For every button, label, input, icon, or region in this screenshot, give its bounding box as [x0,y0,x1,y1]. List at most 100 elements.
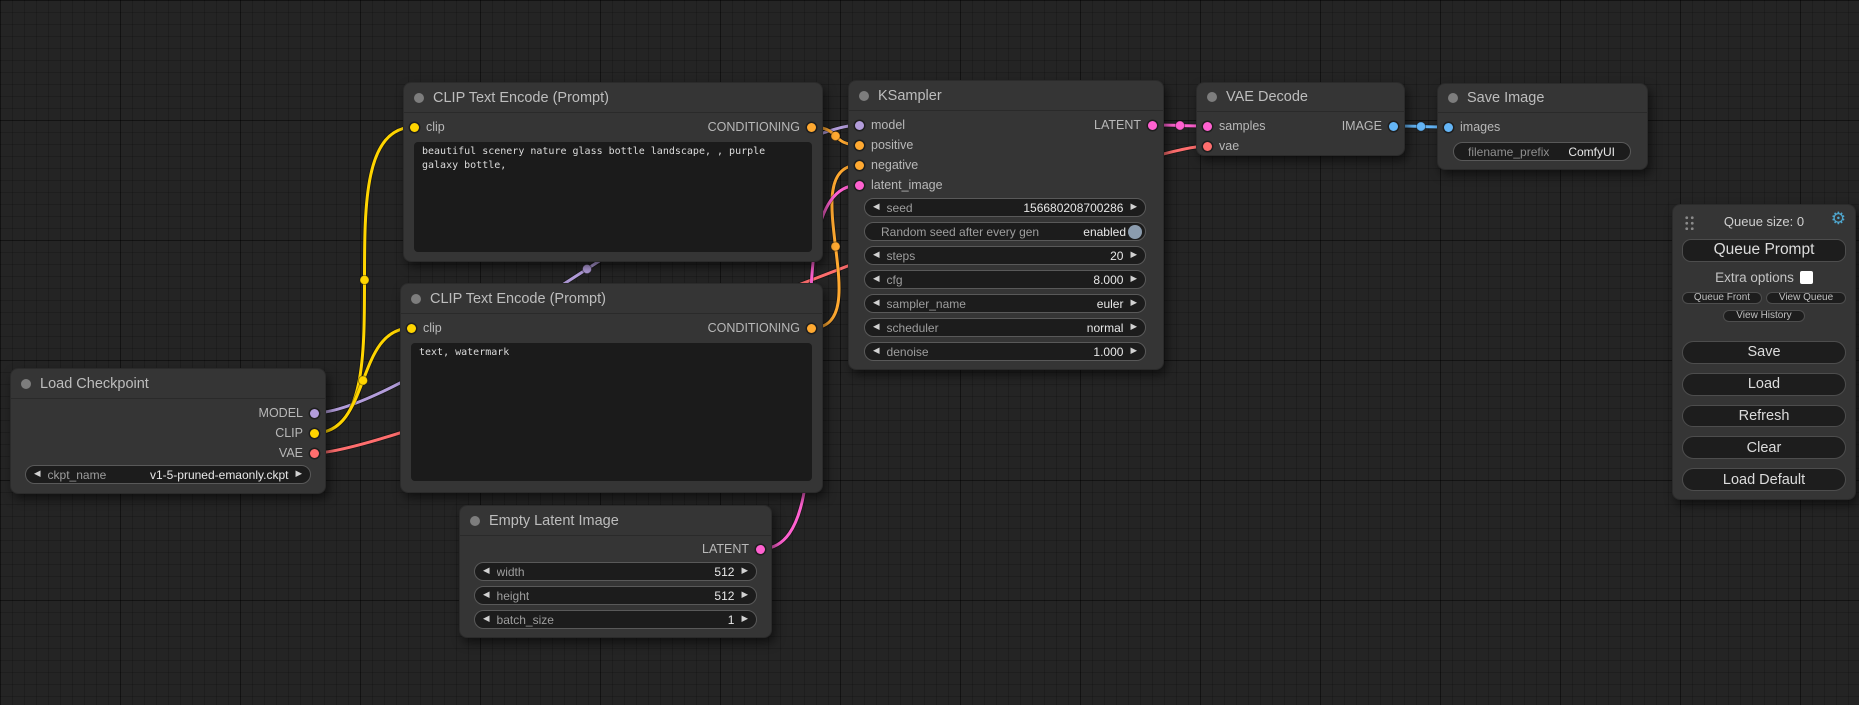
node-vae-decode[interactable]: VAE Decode samples IMAGE vae [1196,82,1405,156]
collapse-dot-icon[interactable] [414,93,424,103]
increment-arrow-icon[interactable]: ▶ [1130,203,1137,212]
port-row: positive [849,135,1163,155]
decrement-arrow-icon[interactable]: ◀ [873,299,880,308]
queue-prompt-button[interactable]: Queue Prompt [1682,239,1846,262]
increment-arrow-icon[interactable]: ▶ [1130,347,1137,356]
output-port-model[interactable] [310,409,319,418]
input-port-latent-image[interactable] [855,181,864,190]
input-port-samples[interactable] [1203,122,1212,131]
collapse-dot-icon[interactable] [411,294,421,304]
output-label-image: IMAGE [1342,119,1382,133]
widget-sampler-name[interactable]: ◀ sampler_name euler ▶ [864,294,1146,313]
decrement-arrow-icon[interactable]: ◀ [483,591,490,600]
collapse-dot-icon[interactable] [859,91,869,101]
increment-arrow-icon[interactable]: ▶ [741,567,748,576]
decrement-arrow-icon[interactable]: ◀ [873,251,880,260]
input-label-vae: vae [1219,139,1239,153]
toggle-dot[interactable] [1128,225,1142,239]
decrement-arrow-icon[interactable]: ◀ [483,567,490,576]
node-title: CLIP Text Encode (Prompt) [433,90,609,106]
increment-arrow-icon[interactable]: ▶ [295,470,302,479]
decrement-arrow-icon[interactable]: ◀ [34,470,41,479]
widget-height[interactable]: ◀ height 512 ▶ [474,586,757,605]
output-port-latent[interactable] [1148,121,1157,130]
save-button[interactable]: Save [1682,341,1846,364]
load-button[interactable]: Load [1682,373,1846,396]
input-port-clip[interactable] [407,324,416,333]
node-clip-text-encode-negative[interactable]: CLIP Text Encode (Prompt) clip CONDITION… [400,283,823,493]
node-load-checkpoint[interactable]: Load Checkpoint MODEL CLIP VAE [10,368,326,494]
widget-denoise[interactable]: ◀ denoise 1.000 ▶ [864,342,1146,361]
gear-icon[interactable]: ⚙ [1831,211,1846,228]
widget-batch-size[interactable]: ◀ batch_size 1 ▶ [474,610,757,629]
widget-value: 156680208700286 [1023,201,1123,215]
input-port-positive[interactable] [855,141,864,150]
increment-arrow-icon[interactable]: ▶ [1130,251,1137,260]
collapse-dot-icon[interactable] [1207,92,1217,102]
node-title-bar[interactable]: Load Checkpoint [11,369,325,399]
collapse-dot-icon[interactable] [21,379,31,389]
node-title-bar[interactable]: Save Image [1438,84,1647,113]
input-port-vae[interactable] [1203,142,1212,151]
widget-value: ComfyUI [1568,145,1615,159]
extra-options-checkbox[interactable] [1800,271,1813,284]
increment-arrow-icon[interactable]: ▶ [1130,275,1137,284]
view-queue-button[interactable]: View Queue [1766,292,1846,304]
decrement-arrow-icon[interactable]: ◀ [873,203,880,212]
output-port-image[interactable] [1389,122,1398,131]
collapse-dot-icon[interactable] [470,516,480,526]
widget-label: steps [887,249,916,263]
widget-steps[interactable]: ◀ steps 20 ▶ [864,246,1146,265]
output-port-conditioning[interactable] [807,123,816,132]
widget-filename-prefix[interactable]: filename_prefix ComfyUI [1453,142,1631,161]
increment-arrow-icon[interactable]: ▶ [1130,299,1137,308]
increment-arrow-icon[interactable]: ▶ [1130,323,1137,332]
widget-width[interactable]: ◀ width 512 ▶ [474,562,757,581]
prompt-textarea[interactable]: text, watermark [411,343,812,481]
decrement-arrow-icon[interactable]: ◀ [873,275,880,284]
node-title-bar[interactable]: CLIP Text Encode (Prompt) [404,83,822,113]
widget-scheduler[interactable]: ◀ scheduler normal ▶ [864,318,1146,337]
input-label-clip: clip [426,120,445,134]
queue-front-button[interactable]: Queue Front [1682,292,1762,304]
widget-cfg[interactable]: ◀ cfg 8.000 ▶ [864,270,1146,289]
widget-label: Random seed after every gen [881,225,1039,239]
node-empty-latent-image[interactable]: Empty Latent Image LATENT ◀ width 512 ▶ … [459,505,772,638]
widget-value: 1.000 [1093,345,1123,359]
decrement-arrow-icon[interactable]: ◀ [873,347,880,356]
port-row: latent_image [849,175,1163,195]
node-save-image[interactable]: Save Image images filename_prefix ComfyU… [1437,83,1648,170]
queue-panel: Queue size: 0 ⚙ Queue Prompt Extra optio… [1672,204,1856,500]
node-title-bar[interactable]: KSampler [849,81,1163,111]
extra-options-row: Extra options [1682,271,1846,285]
node-graph-canvas[interactable]: Load Checkpoint MODEL CLIP VAE [0,0,1859,705]
collapse-dot-icon[interactable] [1448,93,1458,103]
node-title-bar[interactable]: VAE Decode [1197,83,1404,112]
output-port-latent[interactable] [756,545,765,554]
input-port-negative[interactable] [855,161,864,170]
output-port-vae[interactable] [310,449,319,458]
load-default-button[interactable]: Load Default [1682,468,1846,491]
input-port-clip[interactable] [410,123,419,132]
node-title-bar[interactable]: CLIP Text Encode (Prompt) [401,284,822,314]
decrement-arrow-icon[interactable]: ◀ [483,615,490,624]
input-label-model: model [871,118,905,132]
clear-button[interactable]: Clear [1682,436,1846,459]
refresh-button[interactable]: Refresh [1682,405,1846,428]
node-title-bar[interactable]: Empty Latent Image [460,506,771,536]
output-port-clip[interactable] [310,429,319,438]
node-ksampler[interactable]: KSampler model LATENT positive [848,80,1164,370]
increment-arrow-icon[interactable]: ▶ [741,615,748,624]
input-port-images[interactable] [1444,123,1453,132]
output-port-conditioning[interactable] [807,324,816,333]
input-port-model[interactable] [855,121,864,130]
drag-handle-icon[interactable] [1684,215,1695,230]
node-clip-text-encode-positive[interactable]: CLIP Text Encode (Prompt) clip CONDITION… [403,82,823,262]
prompt-textarea[interactable]: beautiful scenery nature glass bottle la… [414,142,812,252]
widget-seed[interactable]: ◀ seed 156680208700286 ▶ [864,198,1146,217]
decrement-arrow-icon[interactable]: ◀ [873,323,880,332]
view-history-button[interactable]: View History [1723,310,1805,322]
widget-ckpt-name[interactable]: ◀ ckpt_name v1-5-pruned-emaonly.ckpt ▶ [25,465,311,484]
widget-random-seed-toggle[interactable]: Random seed after every gen enabled [864,222,1146,241]
increment-arrow-icon[interactable]: ▶ [741,591,748,600]
